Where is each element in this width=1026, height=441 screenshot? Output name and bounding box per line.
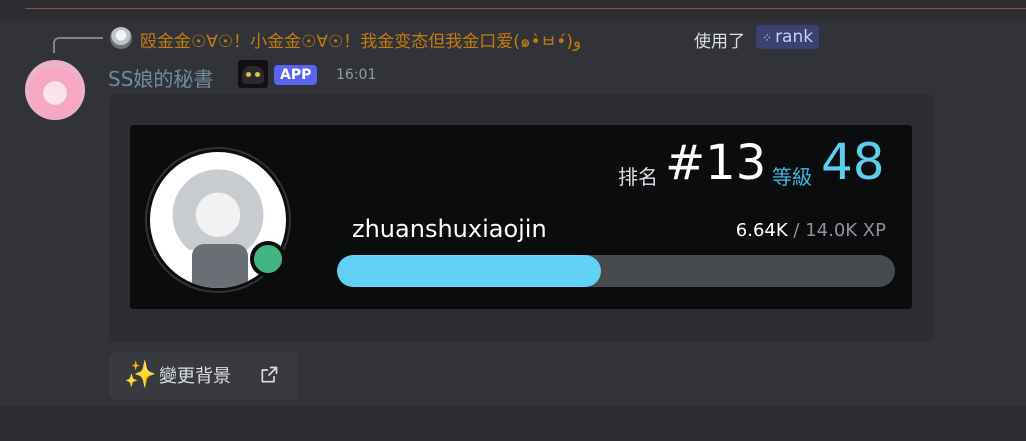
reply-spine (53, 37, 103, 53)
xp-separator: / (793, 220, 800, 241)
xp-progress-bar (337, 255, 895, 287)
command-icon: ⁘ (762, 31, 773, 45)
xp-current: 6.64K (735, 220, 788, 241)
change-background-button[interactable]: ✨ 變更背景 (109, 352, 298, 400)
reply-reference[interactable]: 殴金金☉∀☉！小金金☉∀☉！我金变态但我金口爱(๑•̀ㅂ•́)و 使用了 ⁘ ra… (0, 24, 1026, 55)
message-header: SS娘的秘書 APP 16:01 (108, 60, 708, 92)
reply-used-text: 使用了 (694, 32, 745, 52)
reply-avatar[interactable] (110, 27, 132, 49)
role-emoji-icon (238, 60, 268, 88)
bottom-bar (0, 406, 1026, 441)
external-link-icon (261, 366, 278, 383)
xp-max: 14.0K XP (805, 220, 886, 241)
command-name: rank (775, 27, 814, 47)
change-background-label: 變更背景 (159, 366, 231, 387)
level-label: 等級 (772, 165, 812, 189)
reply-author-name[interactable]: 殴金金☉∀☉！小金金☉∀☉！我金变态但我金口爱(๑•̀ㅂ•́)و (140, 27, 581, 55)
xp-progress-fill (337, 255, 602, 287)
level-value: 48 (821, 133, 885, 191)
online-status-icon (250, 241, 286, 277)
rank-value: #13 (665, 135, 767, 191)
new-messages-divider (25, 8, 1026, 9)
rank-card-image[interactable]: 排名 #13 等級 48 zhuanshuxiaojin 6.64K / 14.… (130, 125, 912, 309)
top-divider-bar (0, 0, 1026, 20)
app-badge: APP (274, 65, 318, 85)
embed-container: 排名 #13 等級 48 zhuanshuxiaojin 6.64K / 14.… (109, 94, 934, 342)
rank-label: 排名 (618, 165, 658, 189)
sparkles-icon: ✨ (124, 360, 157, 390)
card-username: zhuanshuxiaojin (352, 215, 547, 243)
slash-command-pill[interactable]: ⁘ rank (756, 25, 820, 49)
message-timestamp[interactable]: 16:01 (336, 67, 376, 83)
xp-readout: 6.64K / 14.0K XP (736, 220, 886, 241)
bot-avatar[interactable] (25, 60, 85, 120)
bot-username[interactable]: SS娘的秘書 (108, 63, 213, 92)
